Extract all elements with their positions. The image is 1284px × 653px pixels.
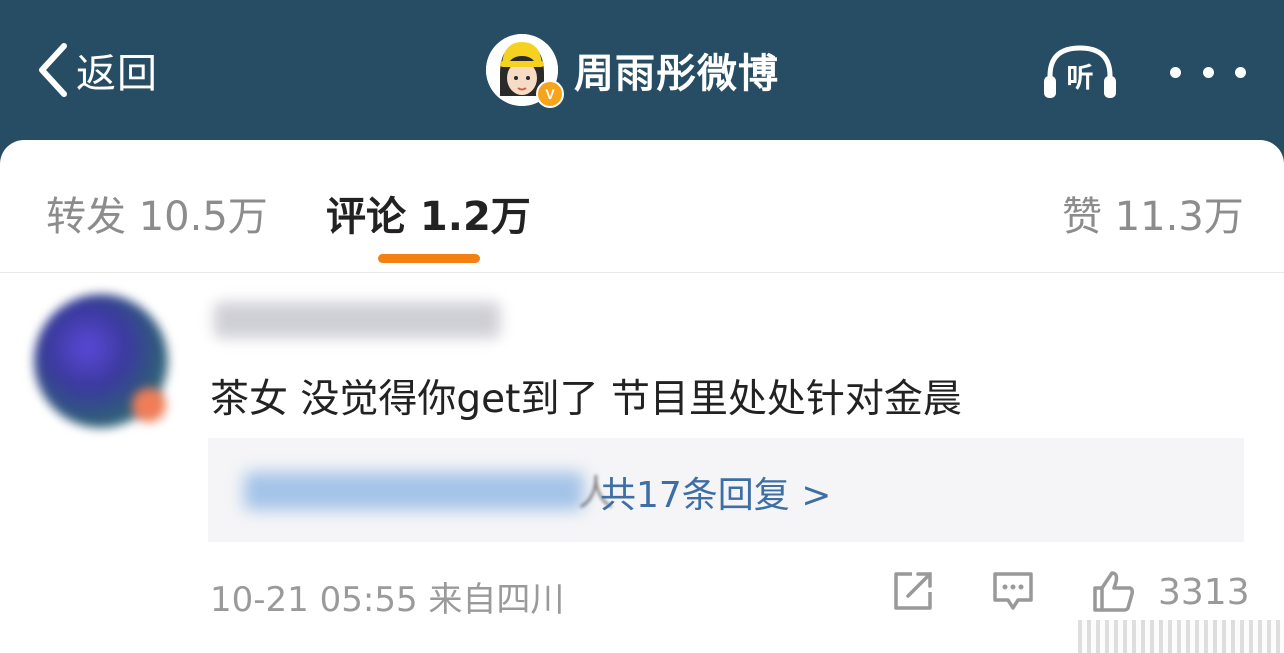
avatar[interactable]: V <box>486 34 564 108</box>
like-button[interactable] <box>1090 568 1136 618</box>
tab-repost[interactable]: 转发 10.5万 <box>46 184 268 242</box>
tab-likes[interactable]: 赞 11.3万 <box>1062 184 1244 242</box>
repost-button[interactable] <box>890 568 936 618</box>
comment-text: 茶女 没觉得你get到了 节目里处处针对金晨 <box>210 377 962 422</box>
listen-button[interactable]: 听 <box>1042 42 1118 100</box>
page-title: 周雨彤微博 <box>574 51 779 97</box>
thumbs-up-icon <box>1093 571 1134 612</box>
verified-badge: V <box>536 80 564 108</box>
view-replies-link[interactable]: 共17条回复 > <box>600 466 831 518</box>
active-tab-indicator <box>378 254 480 263</box>
tab-comments[interactable]: 评论 1.2万 <box>326 184 531 242</box>
back-label: 返回 <box>76 51 158 97</box>
like-count: 3313 <box>1158 572 1250 613</box>
more-icon-dot <box>1235 66 1246 78</box>
commenter-name-blurred[interactable] <box>214 302 500 338</box>
top-bar: 返回 V 周雨彤微博 听 <box>0 0 1284 150</box>
reply-names-blurred[interactable] <box>244 472 584 510</box>
profile-title[interactable]: V 周雨彤微博 <box>486 34 779 108</box>
more-button[interactable] <box>1170 52 1246 92</box>
tab-bar: 转发 10.5万 评论 1.2万 赞 11.3万 <box>0 140 1284 273</box>
listen-label: 听 <box>1066 63 1094 94</box>
comment-meta: 10-21 05:55 来自四川 <box>210 580 565 620</box>
comment-icon <box>993 572 1033 610</box>
watermark-strip <box>1078 620 1284 653</box>
comments-panel: 转发 10.5万 评论 1.2万 赞 11.3万 茶女 没觉得你get到了 节目… <box>0 140 1284 653</box>
more-icon-dot <box>1202 66 1214 78</box>
share-icon <box>894 572 932 610</box>
reply-button[interactable] <box>990 568 1036 618</box>
commenter-badge <box>132 388 166 422</box>
back-button[interactable]: 返回 <box>34 40 158 100</box>
chevron-left-icon <box>39 43 67 97</box>
more-icon <box>1170 66 1181 78</box>
replies-box[interactable]: 人 共17条回复 > <box>208 438 1244 542</box>
